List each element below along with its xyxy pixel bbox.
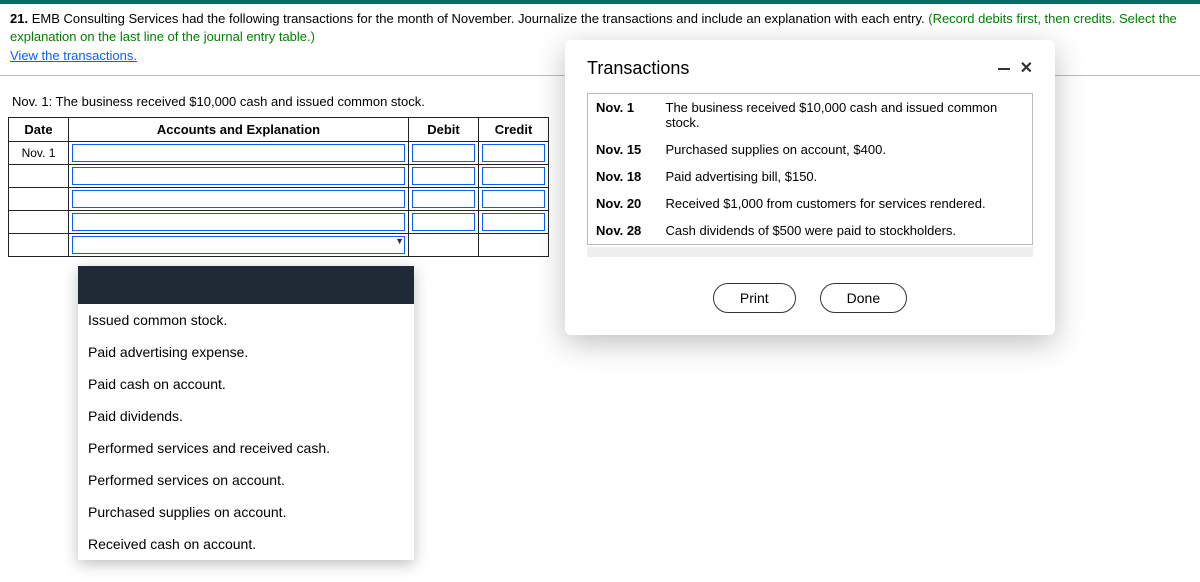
row-date: Nov. 1 (9, 142, 69, 165)
credit-input[interactable] (482, 167, 545, 185)
explanation-dropdown[interactable]: Issued common stock. Paid advertising ex… (78, 266, 414, 560)
question-main: EMB Consulting Services had the followin… (28, 11, 928, 26)
header-date: Date (9, 118, 69, 142)
account-input[interactable] (72, 144, 405, 162)
table-row (9, 165, 549, 188)
credit-input[interactable] (482, 144, 545, 162)
credit-input[interactable] (482, 190, 545, 208)
dropdown-option[interactable]: Issued common stock. (78, 304, 414, 336)
debit-input[interactable] (412, 167, 475, 185)
debit-input[interactable] (412, 144, 475, 162)
dropdown-option[interactable]: Performed services and received cash. (78, 432, 414, 464)
dropdown-option[interactable] (78, 266, 414, 304)
table-row: Nov. 1 (9, 142, 549, 165)
dropdown-option[interactable]: Received cash on account. (78, 528, 414, 560)
dropdown-option[interactable]: Paid advertising expense. (78, 336, 414, 368)
question-number: 21. (10, 11, 28, 26)
account-input[interactable] (72, 167, 405, 185)
header-accounts: Accounts and Explanation (69, 118, 409, 142)
header-credit: Credit (479, 118, 549, 142)
dropdown-option[interactable]: Paid cash on account. (78, 368, 414, 400)
debit-input[interactable] (412, 190, 475, 208)
transactions-table: Nov. 1The business received $10,000 cash… (587, 93, 1033, 245)
done-button[interactable]: Done (820, 283, 907, 313)
journal-entry-table: Date Accounts and Explanation Debit Cred… (8, 117, 549, 257)
table-row: Nov. 15Purchased supplies on account, $4… (588, 136, 1033, 163)
table-row (9, 188, 549, 211)
credit-input[interactable] (482, 213, 545, 231)
table-row: Nov. 1The business received $10,000 cash… (588, 94, 1033, 137)
table-row (9, 211, 549, 234)
table-row: Nov. 20Received $1,000 from customers fo… (588, 190, 1033, 217)
table-row: Nov. 28Cash dividends of $500 were paid … (588, 217, 1033, 245)
dropdown-option[interactable]: Paid dividends. (78, 400, 414, 432)
explanation-select[interactable] (72, 236, 405, 254)
debit-input[interactable] (412, 213, 475, 231)
print-button[interactable]: Print (713, 283, 796, 313)
horizontal-scrollbar[interactable] (587, 247, 1033, 257)
view-transactions-link[interactable]: View the transactions. (0, 48, 147, 69)
table-row: Nov. 18Paid advertising bill, $150. (588, 163, 1033, 190)
table-row (9, 234, 549, 257)
dropdown-option[interactable]: Purchased supplies on account. (78, 496, 414, 528)
dropdown-option[interactable]: Performed services on account. (78, 464, 414, 496)
modal-title: Transactions (587, 58, 689, 79)
close-icon[interactable]: ✕ (1020, 61, 1033, 77)
account-input[interactable] (72, 190, 405, 208)
transactions-modal: Transactions ✕ Nov. 1The business receiv… (565, 40, 1055, 335)
header-debit: Debit (409, 118, 479, 142)
account-input[interactable] (72, 213, 405, 231)
minimize-icon[interactable] (998, 68, 1010, 70)
